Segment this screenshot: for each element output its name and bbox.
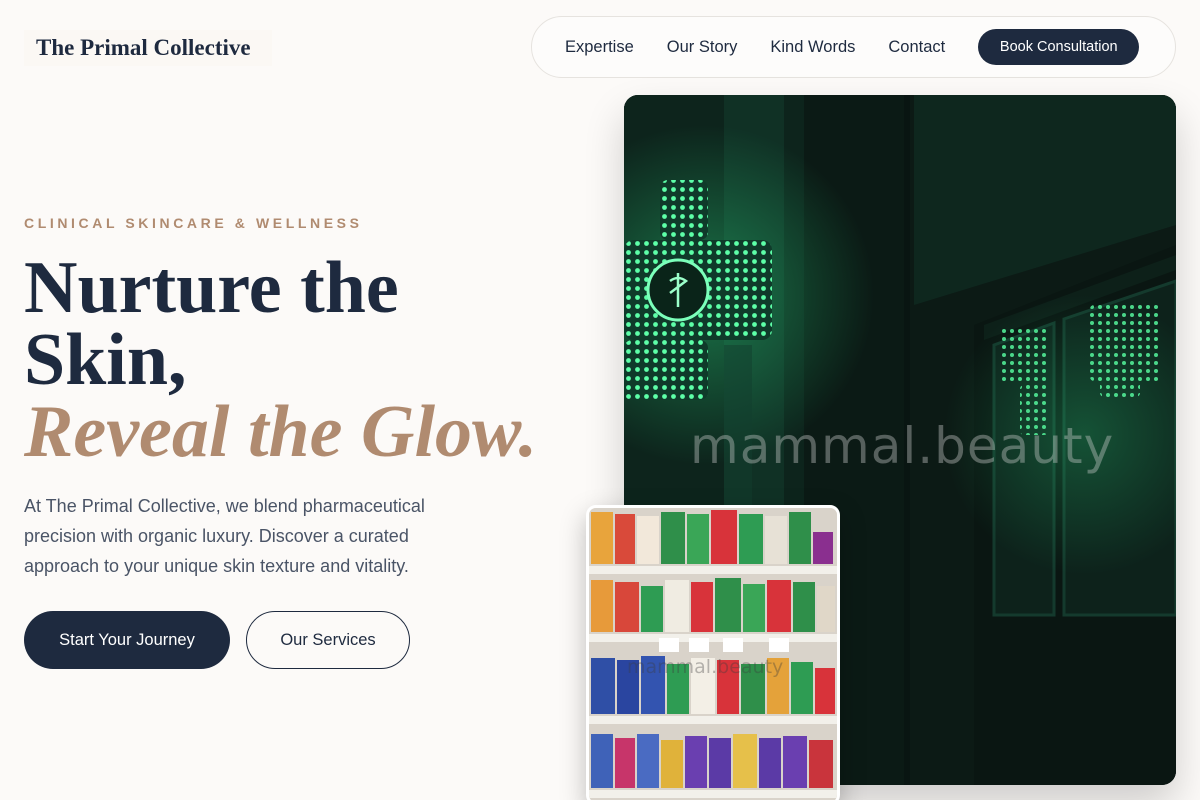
hero-headline-line1: Nurture the <box>24 247 399 329</box>
nav-link-contact[interactable]: Contact <box>888 38 945 57</box>
nav-link-expertise[interactable]: Expertise <box>565 38 634 57</box>
book-consultation-button[interactable]: Book Consultation <box>978 29 1140 65</box>
brand-logo[interactable]: The Primal Collective <box>24 30 272 66</box>
hero-headline: Nurture the Skin, Reveal the Glow. <box>24 251 584 473</box>
inset-image-watermark: mammal.beauty <box>627 656 784 678</box>
hero-eyebrow: CLINICAL SKINCARE & WELLNESS <box>24 215 363 231</box>
hero-inset-image: mammal.beauty <box>586 505 840 800</box>
start-journey-button[interactable]: Start Your Journey <box>24 611 230 669</box>
main-image-watermark: mammal.beauty <box>690 417 1115 475</box>
nav-link-kind-words[interactable]: Kind Words <box>770 38 855 57</box>
pharmacy-shelves-illustration <box>589 508 837 800</box>
hero-description: At The Primal Collective, we blend pharm… <box>24 496 425 576</box>
main-nav: Expertise Our Story Kind Words Contact B… <box>531 16 1176 78</box>
hero-headline-accent: Reveal the Glow. <box>24 391 538 473</box>
our-services-button[interactable]: Our Services <box>246 611 410 669</box>
hero-headline-line2: Skin, <box>24 319 187 401</box>
brand-name: The Primal Collective <box>36 35 251 60</box>
nav-link-our-story[interactable]: Our Story <box>667 38 738 57</box>
